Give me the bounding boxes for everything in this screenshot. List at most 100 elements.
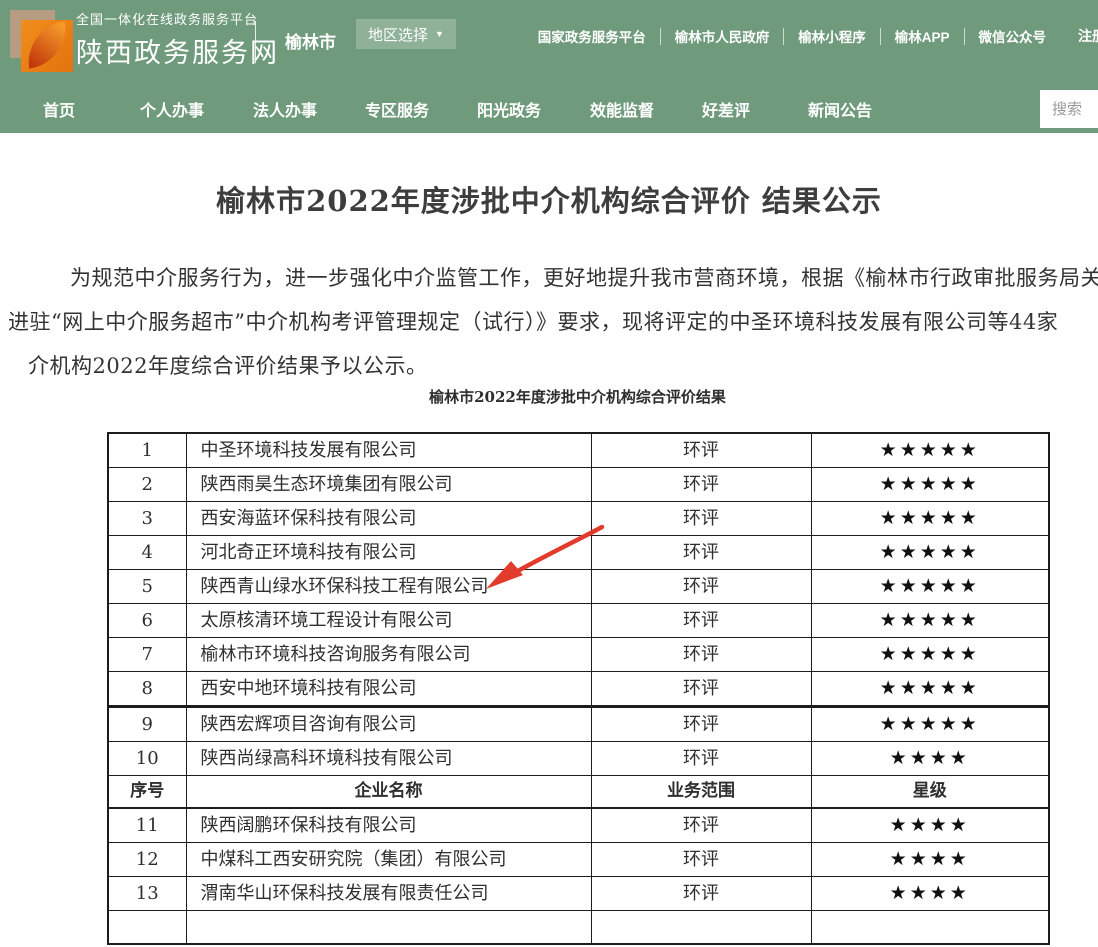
cell-scope: 环评 bbox=[591, 638, 811, 672]
top-link-separator bbox=[783, 28, 784, 45]
top-link[interactable]: 榆林市人民政府 bbox=[675, 26, 770, 46]
nav-item-6[interactable]: 效能监督 bbox=[590, 97, 702, 121]
cell-no: 4 bbox=[108, 536, 186, 570]
site-name: 陕西政务服务网 bbox=[76, 31, 279, 70]
table-row: 8西安中地环境科技有限公司环评★★★★★ bbox=[108, 672, 1049, 707]
cell-stars: ★★★★★ bbox=[811, 570, 1049, 604]
cell-no: 8 bbox=[108, 672, 186, 707]
main-nav: 首页 个人办事法人办事 专区服务 阳光政务 效能监督 好差评 新闻公告 bbox=[0, 85, 1098, 133]
table-row: 4河北奇正环境科技有限公司环评★★★★★ bbox=[108, 536, 1049, 570]
cell-stars: ★★★★ bbox=[811, 742, 1049, 776]
cell-scope: 环评 bbox=[591, 604, 811, 638]
nav-item-3[interactable]: 法人办事 bbox=[253, 97, 365, 121]
nav-item-2[interactable]: 个人办事 bbox=[140, 97, 253, 121]
table-row bbox=[108, 911, 1049, 944]
top-link[interactable]: 榆林APP bbox=[895, 26, 950, 46]
cell-no bbox=[108, 911, 186, 944]
register-link[interactable]: 注册 bbox=[1078, 26, 1098, 46]
cell-stars: ★★★★ bbox=[811, 877, 1049, 911]
cell-stars: ★★★★★ bbox=[811, 604, 1049, 638]
nav-item-8[interactable]: 新闻公告 bbox=[808, 97, 918, 121]
cell-stars: ★★★★★ bbox=[811, 536, 1049, 570]
cell-no: 6 bbox=[108, 604, 186, 638]
cell-scope: 环评 bbox=[591, 808, 811, 843]
table-row: 2陕西雨昊生态环境集团有限公司环评★★★★★ bbox=[108, 468, 1049, 502]
top-link-separator bbox=[964, 28, 965, 45]
table-row: 1中圣环境科技发展有限公司环评★★★★★ bbox=[108, 433, 1049, 468]
site-logo-icon bbox=[10, 8, 74, 72]
header-top-row: 全国一体化在线政务服务平台 陕西政务服务网 榆林市 地区选择 ▼ 国家政务服务平… bbox=[0, 0, 1098, 85]
column-header: 企业名称 bbox=[186, 776, 591, 809]
cell-scope bbox=[591, 911, 811, 944]
search-input[interactable] bbox=[1040, 90, 1098, 128]
nav-item-1[interactable]: 首页 bbox=[43, 97, 140, 121]
announcement-paragraph: 为规范中介服务行为，进一步强化中介监管工作，更好地提升我市营商环境，根据《榆林市… bbox=[0, 256, 1098, 388]
table-row: 12中煤科工西安研究院（集团）有限公司环评★★★★ bbox=[108, 843, 1049, 877]
cell-no: 7 bbox=[108, 638, 186, 672]
paragraph-line: 进驻“网上中介服务超市”中介机构考评管理规定（试行）》要求，现将评定的中圣环境科… bbox=[8, 300, 1098, 344]
cell-stars: ★★★★★ bbox=[811, 672, 1049, 707]
cell-scope: 环评 bbox=[591, 433, 811, 468]
region-selector-label: 地区选择 bbox=[368, 24, 428, 45]
cell-stars: ★★★★★ bbox=[811, 433, 1049, 468]
paragraph-line: 介机构2022年度综合评价结果予以公示。 bbox=[28, 344, 1098, 388]
cell-name: 陕西尚绿高科环境科技有限公司 bbox=[186, 742, 591, 776]
table-header-row: 序号企业名称业务范围星级 bbox=[108, 776, 1049, 809]
column-header: 序号 bbox=[108, 776, 186, 809]
cell-name: 渭南华山环保科技发展有限责任公司 bbox=[186, 877, 591, 911]
table-row: 7榆林市环境科技咨询服务有限公司环评★★★★★ bbox=[108, 638, 1049, 672]
cell-name: 陕西宏辉项目咨询有限公司 bbox=[186, 707, 591, 742]
cell-stars: ★★★★★ bbox=[811, 638, 1049, 672]
nav-item-4[interactable]: 专区服务 bbox=[365, 97, 477, 121]
top-link-separator bbox=[660, 28, 661, 45]
cell-no: 2 bbox=[108, 468, 186, 502]
cell-name: 中圣环境科技发展有限公司 bbox=[186, 433, 591, 468]
nav-item-label: 法人办事 bbox=[253, 97, 317, 121]
cell-name: 陕西青山绿水环保科技工程有限公司 bbox=[186, 570, 591, 604]
site-header: 全国一体化在线政务服务平台 陕西政务服务网 榆林市 地区选择 ▼ 国家政务服务平… bbox=[0, 0, 1098, 133]
region-selector-button[interactable]: 地区选择 ▼ bbox=[356, 19, 456, 49]
top-link[interactable]: 微信公众号 bbox=[979, 26, 1047, 46]
top-link[interactable]: 榆林小程序 bbox=[798, 26, 866, 46]
top-link-separator bbox=[880, 28, 881, 45]
table-caption: 榆林市2022年度涉批中介机构综合评价结果 bbox=[107, 386, 1048, 407]
page-title: 榆林市2022年度涉批中介机构综合评价 结果公示 bbox=[0, 178, 1098, 220]
chevron-down-icon: ▼ bbox=[435, 29, 444, 39]
cell-scope: 环评 bbox=[591, 707, 811, 742]
table-row: 11陕西阔鹏环保科技有限公司环评★★★★ bbox=[108, 808, 1049, 843]
nav-item-5[interactable]: 阳光政务 bbox=[477, 97, 590, 121]
cell-stars: ★★★★★ bbox=[811, 502, 1049, 536]
cell-stars: ★★★★ bbox=[811, 843, 1049, 877]
cell-stars: ★★★★★ bbox=[811, 707, 1049, 742]
cell-stars: ★★★★ bbox=[811, 808, 1049, 843]
evaluation-results-table: 1中圣环境科技发展有限公司环评★★★★★2陕西雨昊生态环境集团有限公司环评★★★… bbox=[107, 432, 1050, 945]
cell-name: 中煤科工西安研究院（集团）有限公司 bbox=[186, 843, 591, 877]
cell-no: 12 bbox=[108, 843, 186, 877]
nav-item-label: 好差评 bbox=[702, 97, 750, 121]
paragraph-line: 为规范中介服务行为，进一步强化中介监管工作，更好地提升我市营商环境，根据《榆林市… bbox=[70, 256, 1098, 300]
cell-no: 5 bbox=[108, 570, 186, 604]
nav-item-label: 首页 bbox=[43, 97, 75, 121]
cell-scope: 环评 bbox=[591, 843, 811, 877]
cell-no: 3 bbox=[108, 502, 186, 536]
cell-scope: 环评 bbox=[591, 536, 811, 570]
nav-item-label: 阳光政务 bbox=[477, 97, 541, 121]
cell-name: 陕西阔鹏环保科技有限公司 bbox=[186, 808, 591, 843]
nav-item-label: 专区服务 bbox=[365, 97, 429, 121]
cell-scope: 环评 bbox=[591, 672, 811, 707]
cell-name: 河北奇正环境科技有限公司 bbox=[186, 536, 591, 570]
top-links: 国家政务服务平台 榆林市人民政府 榆林小程序 榆林APP 微信公众号 bbox=[538, 26, 1046, 46]
top-link[interactable]: 国家政务服务平台 bbox=[538, 26, 646, 46]
nav-item-7[interactable]: 好差评 bbox=[702, 97, 808, 121]
cell-no: 9 bbox=[108, 707, 186, 742]
nav-item-label: 新闻公告 bbox=[808, 97, 872, 121]
table-row: 3西安海蓝环保科技有限公司环评★★★★★ bbox=[108, 502, 1049, 536]
cell-scope: 环评 bbox=[591, 502, 811, 536]
nav-item-label: 效能监督 bbox=[590, 97, 654, 121]
table-row: 9陕西宏辉项目咨询有限公司环评★★★★★ bbox=[108, 707, 1049, 742]
platform-label: 全国一体化在线政务服务平台 bbox=[76, 9, 279, 28]
table-row: 6太原核清环境工程设计有限公司环评★★★★★ bbox=[108, 604, 1049, 638]
cell-name: 太原核清环境工程设计有限公司 bbox=[186, 604, 591, 638]
cell-scope: 环评 bbox=[591, 570, 811, 604]
cell-scope: 环评 bbox=[591, 468, 811, 502]
